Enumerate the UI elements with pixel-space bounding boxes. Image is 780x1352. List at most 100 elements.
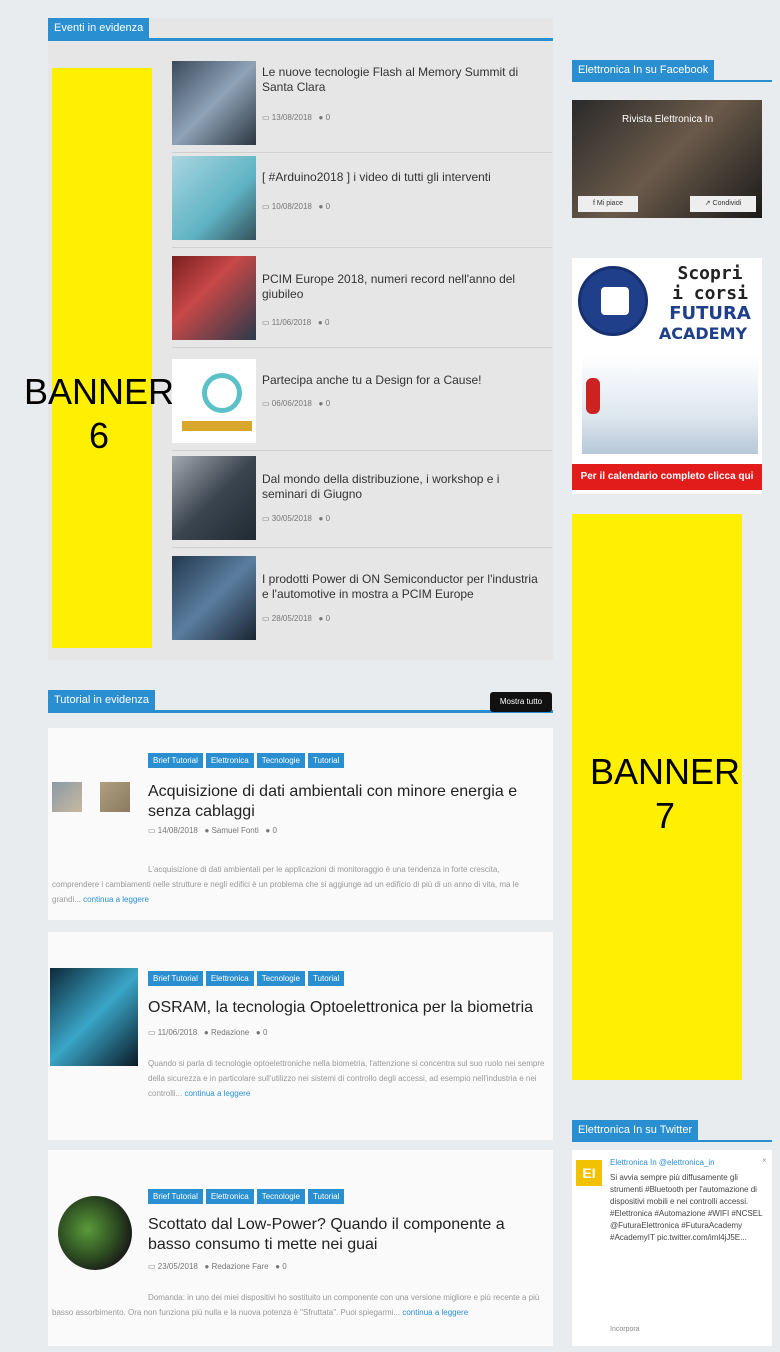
tag[interactable]: Tecnologie: [256, 971, 305, 986]
list-item[interactable]: I prodotti Power di ON Semiconductor per…: [172, 552, 552, 647]
event-thumbnail[interactable]: [172, 156, 256, 240]
facebook-share-button[interactable]: ↗ Condividi: [690, 196, 756, 212]
tag-list: Brief Tutorial Elettronica Tecnologie Tutor…: [148, 968, 347, 986]
tag[interactable]: Tutorial: [307, 971, 345, 986]
event-thumbnail[interactable]: [172, 256, 256, 340]
twitter-avatar[interactable]: EI: [576, 1160, 602, 1186]
list-item[interactable]: Partecipa anche tu a Design for a Cause!…: [172, 355, 552, 451]
event-date: 30/05/2018: [271, 514, 312, 523]
twitter-embed-link[interactable]: Incorpora: [610, 1326, 640, 1333]
tag[interactable]: Tecnologie: [256, 1189, 305, 1204]
banner-6-line2: 6: [88, 415, 110, 456]
tag[interactable]: Brief Tutorial: [148, 1189, 203, 1204]
event-comments: 0: [325, 202, 331, 211]
comment-icon: ●: [318, 614, 324, 623]
banner-6-line1: BANNER: [23, 371, 175, 412]
event-title[interactable]: Partecipa anche tu a Design for a Cause!: [262, 373, 542, 388]
comment-icon: ●: [265, 826, 271, 835]
read-more-link[interactable]: continua a leggere: [184, 1089, 250, 1098]
tutorial-section-header: Tutorial in evidenza: [48, 690, 553, 713]
tutorial-comments: 0: [272, 826, 277, 835]
author-icon: ●: [204, 826, 210, 835]
event-comments: 0: [325, 399, 331, 408]
tag[interactable]: Elettronica: [205, 1189, 254, 1204]
tutorial-author[interactable]: Samuel Fonti: [212, 826, 259, 835]
tweet-text: Si avvia sempre più diffusamente gli str…: [610, 1173, 763, 1242]
tag[interactable]: Brief Tutorial: [148, 971, 203, 986]
twitter-account[interactable]: Elettronica In @elettronica_in: [610, 1158, 760, 1167]
tutorial-author[interactable]: Redazione Fare: [212, 1262, 269, 1271]
event-title[interactable]: I prodotti Power di ON Semiconductor per…: [262, 572, 542, 602]
banner-6[interactable]: [52, 68, 152, 648]
comment-icon: ●: [317, 318, 323, 327]
event-date: 06/06/2018: [271, 399, 312, 408]
tutorial-title[interactable]: Acquisizione di dati ambientali con mino…: [148, 782, 543, 822]
event-date: 13/08/2018: [271, 113, 312, 122]
tag[interactable]: Brief Tutorial: [148, 753, 203, 768]
futura-academy-ad[interactable]: Scopri i corsi FUTURA ACADEMY Per il cal…: [572, 258, 762, 494]
event-meta: ▭ 11/06/2018 ● 0: [262, 318, 329, 327]
tutorial-thumbnail[interactable]: [50, 968, 138, 1066]
list-item[interactable]: Le nuove tecnologie Flash al Memory Summ…: [172, 57, 552, 153]
tutorial-title[interactable]: OSRAM, la tecnologia Optoelettronica per…: [148, 998, 543, 1018]
tag[interactable]: Tutorial: [307, 1189, 345, 1204]
tag-list: Brief Tutorial Elettronica Tecnologie Tutor…: [148, 750, 347, 768]
event-title[interactable]: PCIM Europe 2018, numeri record nell'ann…: [262, 272, 542, 302]
tutorial-thumbnail[interactable]: [52, 782, 82, 812]
section-title-twitter: Elettronica In su Twitter: [572, 1120, 699, 1140]
comment-icon: ●: [318, 399, 324, 408]
tutorial-date: 11/06/2018: [157, 1028, 198, 1037]
read-more-link[interactable]: continua a leggere: [402, 1308, 468, 1317]
facebook-like-label: Mi piace: [596, 200, 623, 207]
facebook-section-header: Elettronica In su Facebook: [572, 60, 772, 82]
list-item[interactable]: PCIM Europe 2018, numeri record nell'ann…: [172, 252, 552, 348]
calendar-icon: ▭: [262, 399, 270, 408]
event-thumbnail[interactable]: [172, 456, 256, 540]
calendar-icon: ▭: [148, 1262, 156, 1271]
event-title[interactable]: Le nuove tecnologie Flash al Memory Summ…: [262, 65, 542, 95]
tutorial-comments: 0: [263, 1028, 268, 1037]
author-icon: ●: [204, 1262, 210, 1271]
section-title-underline: [48, 710, 553, 713]
twitter-widget: EI Elettronica In @elettronica_in × Si a…: [572, 1150, 772, 1346]
list-item[interactable]: [ #Arduino2018 ] i video di tutti gli in…: [172, 152, 552, 248]
facebook-widget[interactable]: Rivista Elettronica In f Mi piace ↗ Cond…: [572, 100, 762, 218]
banner-7-line1: BANNER: [589, 751, 741, 792]
tutorial-author[interactable]: Redazione: [211, 1028, 249, 1037]
tag[interactable]: Tecnologie: [256, 753, 305, 768]
event-comments: 0: [325, 614, 331, 623]
event-thumbnail[interactable]: [172, 359, 256, 443]
close-icon[interactable]: ×: [762, 1156, 767, 1165]
view-all-button[interactable]: Mostra tutto: [490, 692, 552, 712]
event-thumbnail[interactable]: [172, 61, 256, 145]
share-icon: ↗: [704, 200, 711, 207]
tag[interactable]: Elettronica: [205, 753, 254, 768]
presenter-figure: [586, 378, 600, 414]
tutorial-comments: 0: [282, 1262, 287, 1271]
event-title[interactable]: [ #Arduino2018 ] i video di tutti gli in…: [262, 170, 542, 185]
event-title[interactable]: Dal mondo della distribuzione, i worksho…: [262, 472, 542, 502]
futura-calendar-bar[interactable]: Per il calendario completo clicca qui: [572, 464, 762, 490]
event-comments: 0: [325, 318, 330, 327]
tutorial-thumbnail[interactable]: [58, 1196, 132, 1270]
tutorial-date: 23/05/2018: [157, 1262, 198, 1271]
tutorial-thumbnail[interactable]: [100, 782, 130, 812]
facebook-page-name[interactable]: Rivista Elettronica In: [622, 114, 742, 126]
comment-icon: ●: [318, 202, 324, 211]
read-more-link[interactable]: continua a leggere: [83, 895, 149, 904]
design-cause-caption: [182, 421, 252, 431]
event-meta: ▭ 06/06/2018 ● 0: [262, 399, 330, 408]
tag[interactable]: Elettronica: [205, 971, 254, 986]
classroom-illustration: [582, 354, 758, 454]
event-date: 10/08/2018: [271, 202, 312, 211]
event-thumbnail[interactable]: [172, 556, 256, 640]
facebook-like-button[interactable]: f Mi piace: [578, 196, 638, 212]
tag[interactable]: Tutorial: [307, 753, 345, 768]
tutorial-title[interactable]: Scottato dal Low-Power? Quando il compon…: [148, 1215, 543, 1255]
list-item[interactable]: Dal mondo della distribuzione, i worksho…: [172, 452, 552, 548]
event-meta: ▭ 13/08/2018 ● 0: [262, 113, 330, 122]
section-title-underline: [572, 1140, 772, 1142]
event-meta: ▭ 28/05/2018 ● 0: [262, 614, 330, 623]
calendar-icon: ▭: [148, 826, 156, 835]
event-meta: ▭ 10/08/2018 ● 0: [262, 202, 330, 211]
